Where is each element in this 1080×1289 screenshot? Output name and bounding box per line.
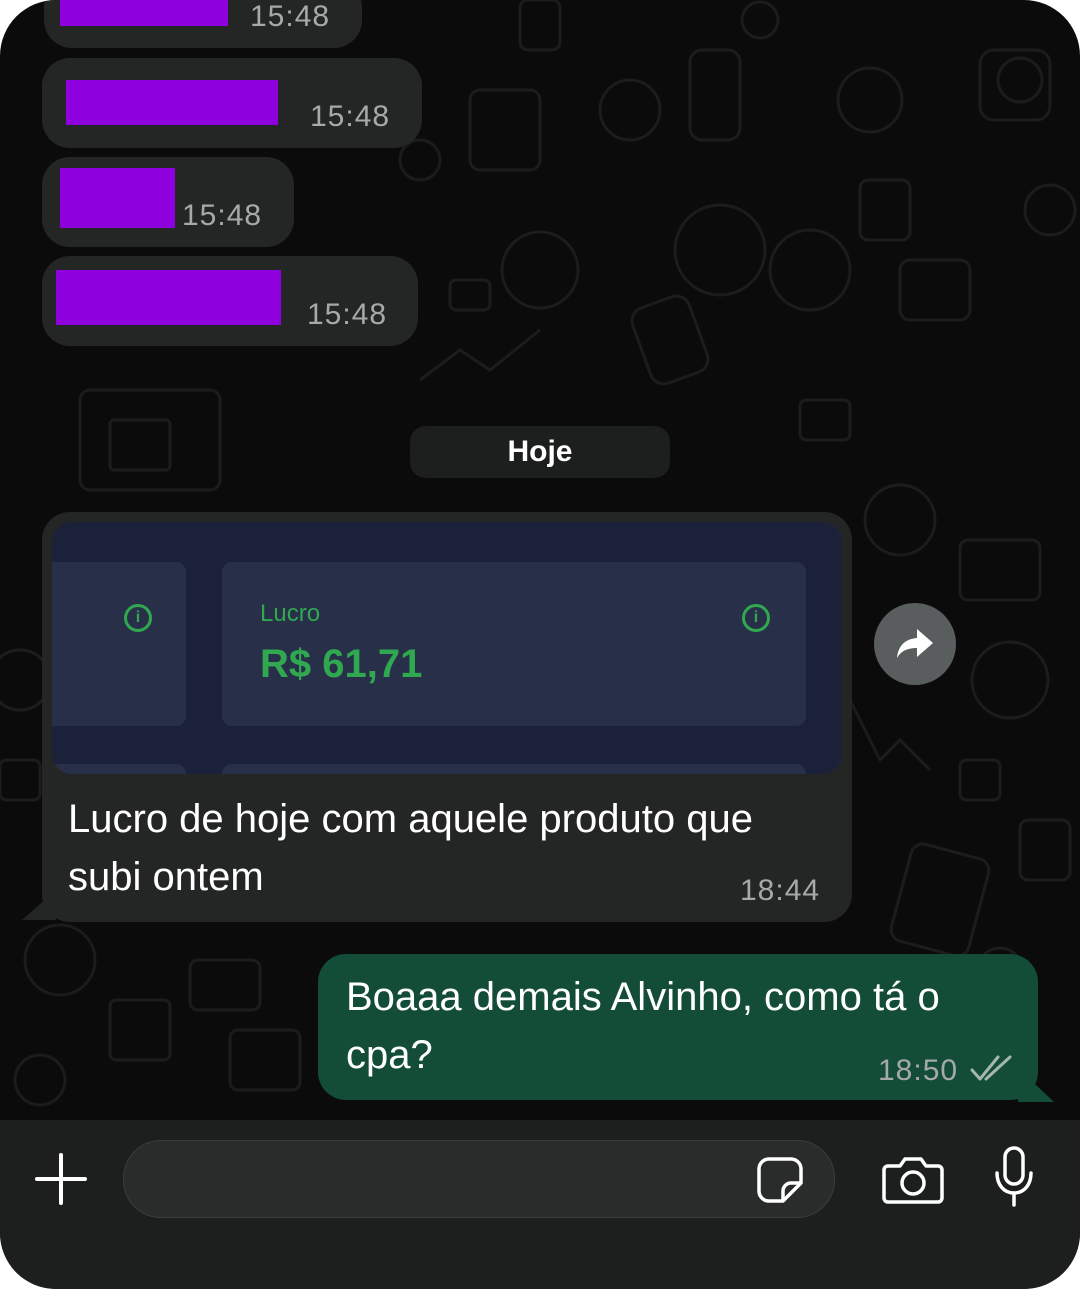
chat-screen: 15:48 15:48 15:48 15:48 Hoje i i Lucro R…: [0, 0, 1080, 1289]
profit-value: R$ 61,71: [260, 642, 423, 686]
message-time: 18:44: [740, 874, 821, 907]
message-time: 15:48: [310, 100, 391, 133]
redacted-text: [60, 0, 228, 26]
info-icon: i: [124, 604, 152, 632]
profit-label: Lucro: [260, 600, 321, 627]
image-attachment[interactable]: i i Lucro R$ 61,71: [52, 522, 842, 774]
message-time: 15:48: [182, 199, 263, 232]
redacted-text: [56, 270, 281, 325]
forward-button[interactable]: [874, 603, 956, 685]
sticker-icon: [757, 1157, 803, 1203]
info-icon: i: [742, 604, 770, 632]
redacted-text: [66, 80, 278, 125]
plus-icon: [35, 1153, 87, 1205]
dashboard-card: [52, 764, 186, 774]
microphone-button[interactable]: [986, 1144, 1042, 1210]
microphone-icon: [995, 1146, 1033, 1207]
attach-button[interactable]: [30, 1148, 92, 1210]
camera-button[interactable]: [880, 1150, 946, 1210]
message-time: 15:48: [307, 298, 388, 331]
camera-icon: [882, 1157, 944, 1204]
sticker-button[interactable]: [752, 1152, 808, 1208]
message-time: 15:48: [250, 0, 331, 33]
double-check-icon: [970, 1055, 1012, 1081]
forward-arrow-icon: [897, 629, 933, 658]
image-caption: Lucro de hoje com aquele produto que sub…: [68, 797, 753, 899]
message-input[interactable]: [123, 1140, 835, 1218]
message-time: 18:50: [878, 1054, 959, 1087]
dashboard-card: [52, 562, 186, 726]
redacted-text: [60, 168, 175, 228]
date-separator: Hoje: [410, 426, 670, 478]
dashboard-card: [222, 764, 806, 774]
message-list[interactable]: 15:48 15:48 15:48 15:48 Hoje i i Lucro R…: [0, 0, 1080, 1120]
